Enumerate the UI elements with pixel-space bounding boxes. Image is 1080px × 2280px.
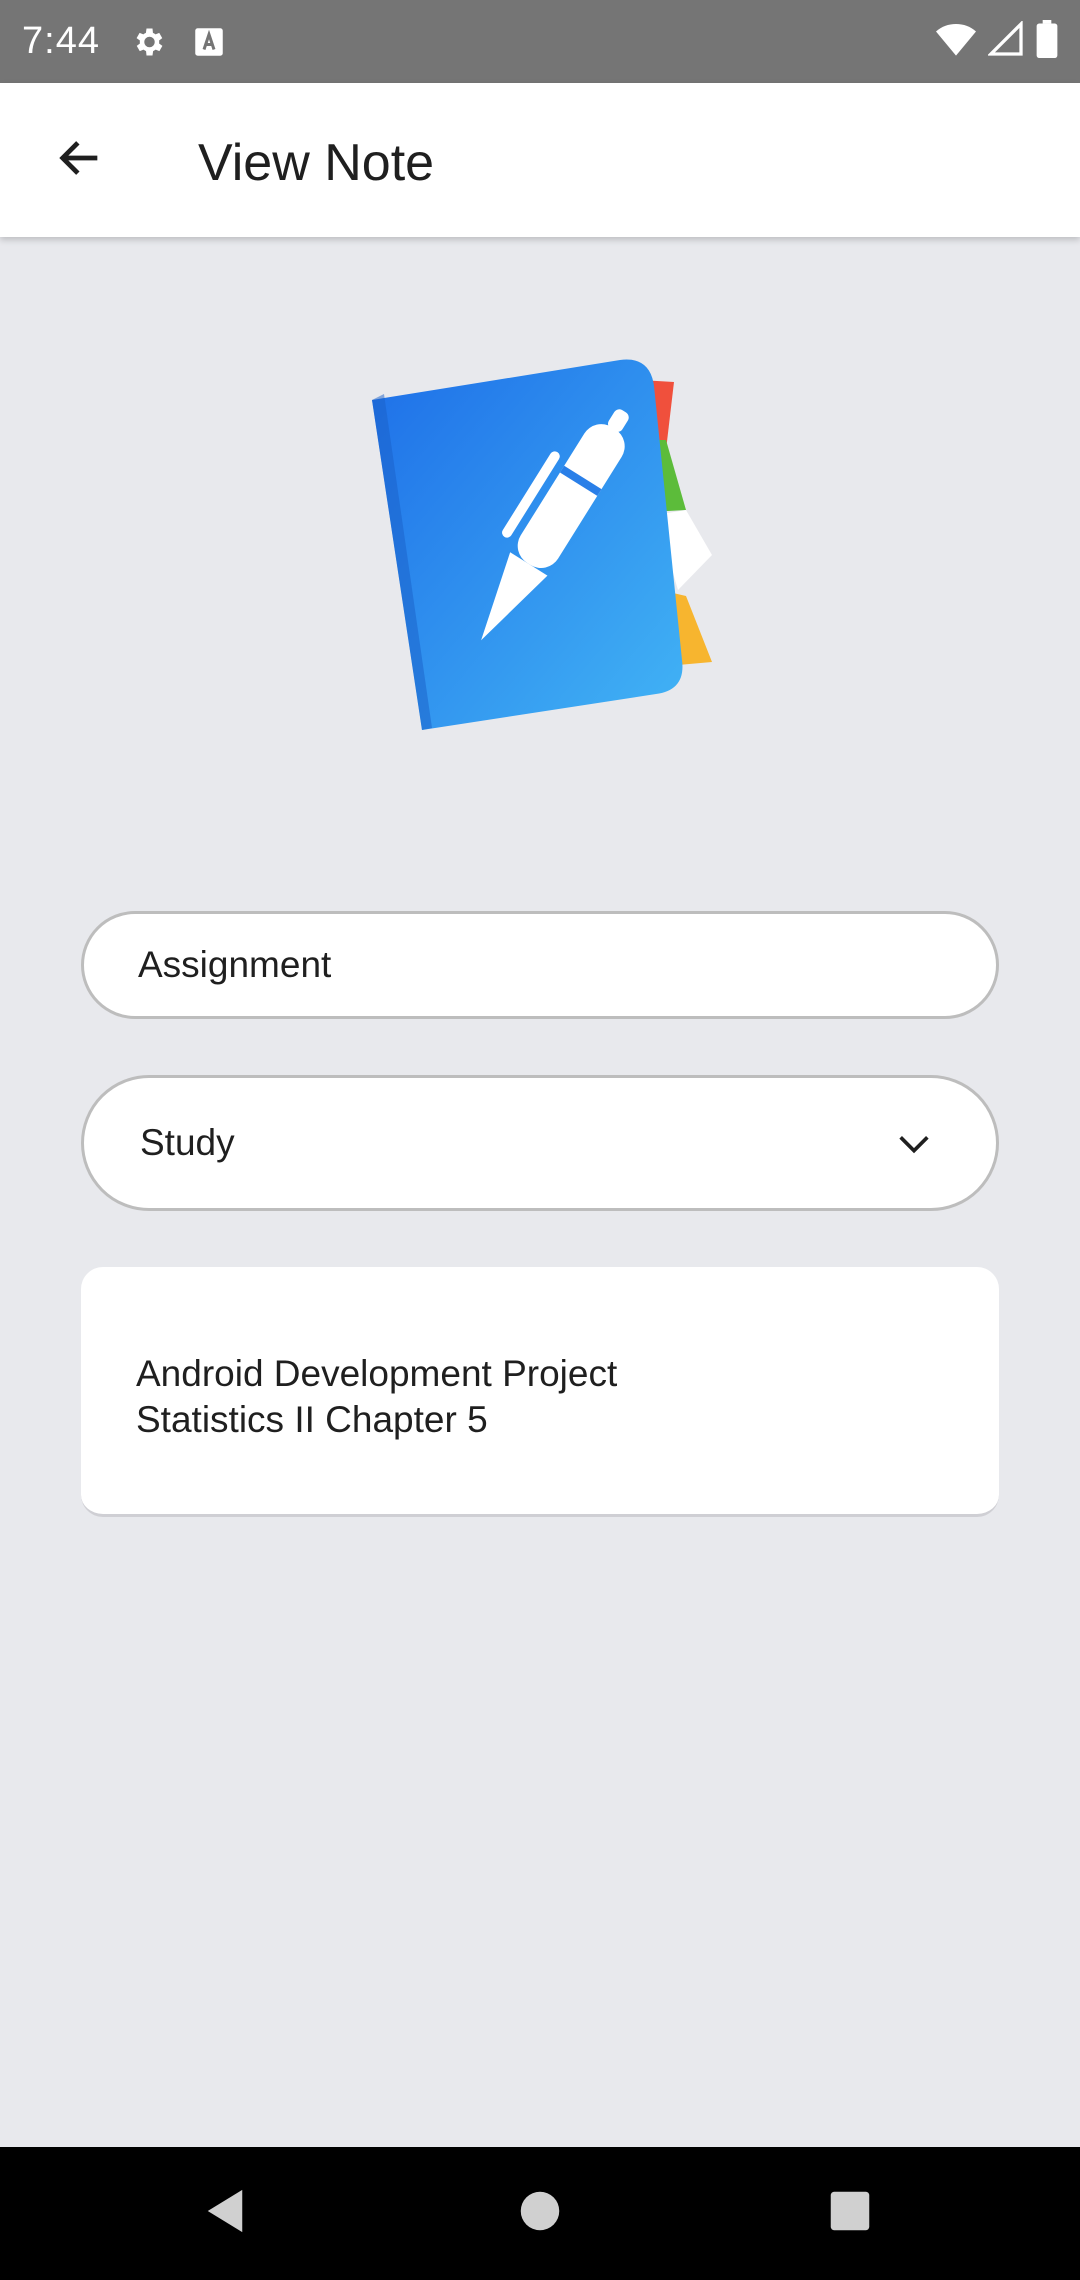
category-dropdown[interactable]: Study	[81, 1075, 999, 1211]
recents-square-icon	[829, 2190, 871, 2237]
nav-home-button[interactable]	[470, 2147, 610, 2280]
category-selected-value: Study	[140, 1122, 235, 1163]
notebook-pen-logo	[360, 350, 720, 735]
arrow-back-icon	[54, 132, 106, 189]
back-triangle-icon	[203, 2188, 247, 2239]
nav-recents-button[interactable]	[780, 2147, 920, 2280]
home-circle-icon	[519, 2190, 561, 2237]
note-title-field[interactable]: Assignment	[81, 911, 999, 1019]
status-right-group	[936, 20, 1058, 63]
note-content-area[interactable]: Android Development Project Statistics I…	[81, 1267, 999, 1517]
note-title-value: Assignment	[138, 944, 332, 985]
battery-icon	[1036, 20, 1058, 63]
note-line: Statistics II Chapter 5	[136, 1399, 488, 1440]
cell-signal-icon	[987, 20, 1024, 62]
nav-back-button[interactable]	[155, 2147, 295, 2280]
app-bar: View Note	[0, 83, 1080, 237]
status-time: 7:44	[22, 20, 100, 62]
wifi-icon	[936, 21, 976, 62]
note-line: Android Development Project	[136, 1353, 618, 1394]
page-title: View Note	[198, 134, 435, 192]
status-bar: 7:44	[0, 0, 1080, 83]
settings-icon	[130, 24, 166, 60]
keyboard-a-icon	[194, 27, 224, 57]
chevron-down-icon	[892, 1122, 936, 1166]
back-button[interactable]	[40, 120, 120, 200]
system-nav-bar	[0, 2147, 1080, 2280]
